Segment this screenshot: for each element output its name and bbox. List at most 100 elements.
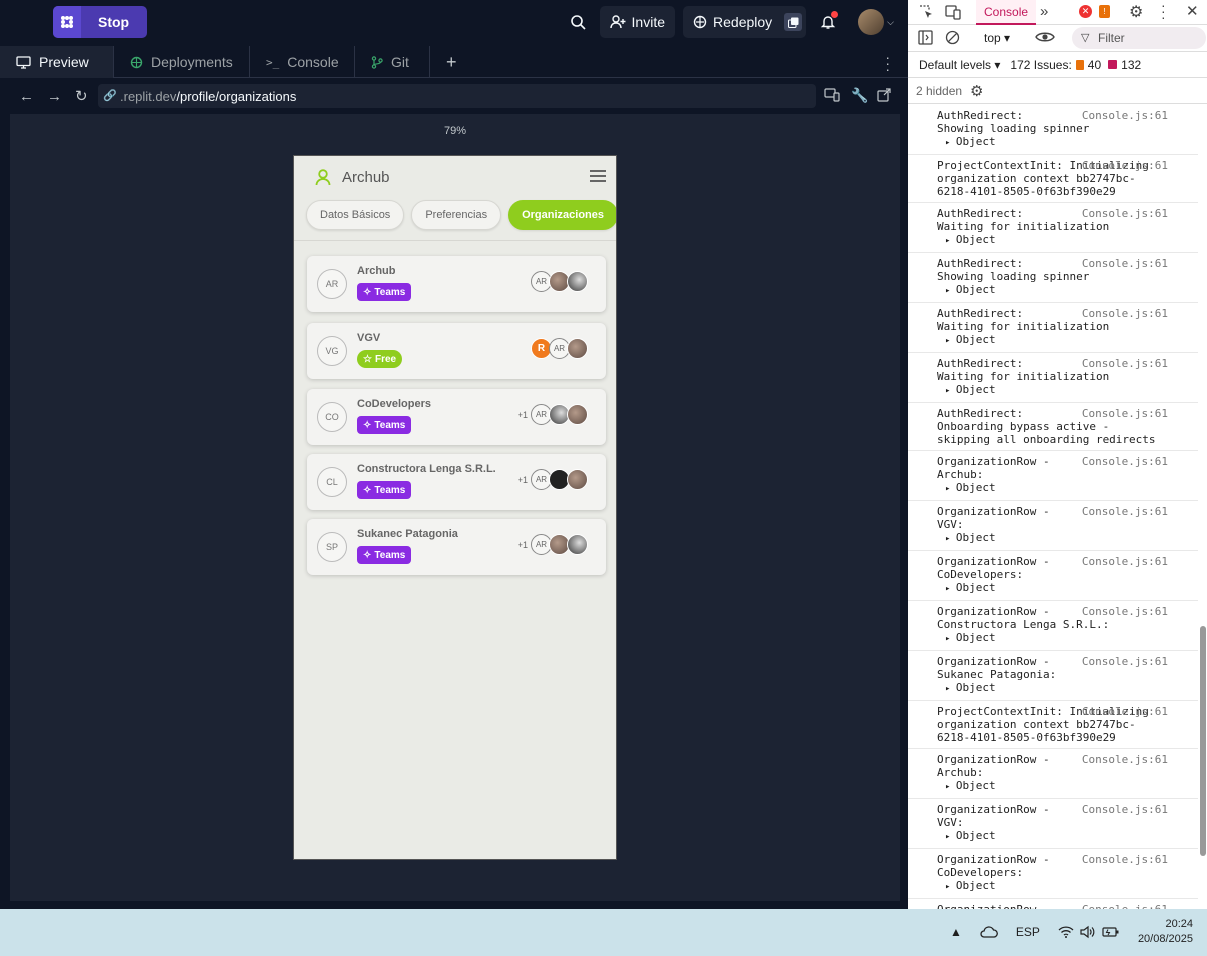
org-name: Constructora Lenga S.R.L.: [357, 463, 496, 475]
tab-console[interactable]: >_ Console: [250, 46, 355, 78]
tab-console[interactable]: Console: [976, 0, 1037, 25]
expandable-object[interactable]: Object: [937, 531, 1168, 546]
wrench-icon[interactable]: 🔧: [851, 87, 868, 104]
tab-datos-basicos[interactable]: Datos Básicos: [306, 200, 405, 230]
expandable-object[interactable]: Object: [937, 581, 1168, 596]
org-card[interactable]: CL Constructora Lenga S.R.L. ✧ Teams +1 A…: [307, 454, 606, 510]
url-input[interactable]: 🔗 .replit.dev/profile/organizations: [98, 84, 816, 108]
issues-button[interactable]: 172 Issues: 40 132: [1010, 58, 1141, 72]
git-icon: [371, 55, 383, 69]
add-tab-button[interactable]: +: [430, 46, 473, 78]
bell-icon[interactable]: [814, 8, 842, 36]
expandable-object[interactable]: Object: [937, 481, 1168, 496]
expandable-object[interactable]: Object: [937, 283, 1168, 298]
org-avatar: SP: [317, 532, 347, 562]
invite-label: Invite: [631, 14, 666, 30]
expandable-object[interactable]: Object: [937, 681, 1168, 696]
copy-icon[interactable]: [784, 13, 803, 31]
member-photo: [567, 404, 588, 425]
expandable-object[interactable]: Object: [937, 233, 1168, 248]
member-photo: [567, 338, 588, 359]
member-avatars: AR: [531, 271, 588, 292]
hidden-count: 2 hidden: [916, 83, 963, 98]
message-source-link[interactable]: Console.js:61: [1082, 555, 1168, 568]
message-source-link[interactable]: Console.js:61: [1082, 705, 1168, 718]
reload-icon[interactable]: ↻: [75, 87, 88, 105]
message-source-link[interactable]: Console.js:61: [1082, 257, 1168, 270]
search-icon[interactable]: [564, 8, 592, 36]
forward-icon[interactable]: →: [47, 88, 62, 105]
eye-icon[interactable]: [1035, 29, 1055, 45]
chevron-up-icon[interactable]: ▲: [950, 925, 962, 939]
expandable-object[interactable]: Object: [937, 879, 1168, 894]
scrollbar[interactable]: [1200, 626, 1206, 856]
menu-icon[interactable]: [590, 170, 606, 182]
expandable-object[interactable]: Object: [937, 333, 1168, 348]
tab-git[interactable]: Git: [355, 46, 430, 78]
member-photo: [567, 534, 588, 555]
wifi-icon[interactable]: [1058, 926, 1074, 938]
open-external-icon[interactable]: [877, 88, 891, 102]
user-menu[interactable]: ⌵: [858, 9, 894, 35]
chevron-down-icon: ⌵: [887, 16, 894, 27]
org-card[interactable]: SP Sukanec Patagonia ✧ Teams +1 AR: [307, 519, 606, 575]
more-tabs-icon[interactable]: »: [1040, 3, 1048, 20]
context-select[interactable]: top ▾: [984, 31, 1010, 45]
kebab-menu-icon[interactable]: · · ·: [1161, 0, 1166, 24]
cloud-icon[interactable]: [980, 926, 998, 938]
org-card[interactable]: VG VGV ☆ Free R AR: [307, 323, 606, 379]
tab-preview[interactable]: Preview: [0, 46, 114, 78]
device-toolbar-icon[interactable]: [945, 4, 961, 20]
console-message: Console.js:61 AuthRedirect: Waiting for i…: [908, 303, 1198, 353]
plan-label: Teams: [374, 286, 406, 298]
inspect-icon[interactable]: [918, 4, 934, 20]
battery-icon[interactable]: [1102, 926, 1120, 938]
expandable-object[interactable]: Object: [937, 383, 1168, 398]
notification-dot: [831, 11, 839, 18]
message-source-link[interactable]: Console.js:61: [1082, 307, 1168, 320]
message-source-link[interactable]: Console.js:61: [1082, 853, 1168, 866]
message-source-link[interactable]: Console.js:61: [1082, 753, 1168, 766]
levels-select[interactable]: Default levels ▾: [919, 58, 1000, 72]
message-source-link[interactable]: Console.js:61: [1082, 803, 1168, 816]
org-card[interactable]: AR Archub ✧ Teams AR: [307, 256, 606, 312]
gear-icon[interactable]: ⚙: [970, 82, 983, 100]
tab-organizaciones[interactable]: Organizaciones: [508, 200, 616, 230]
tab-preferencias[interactable]: Preferencias: [411, 200, 502, 230]
sidebar-toggle-icon[interactable]: [918, 30, 933, 45]
expandable-object[interactable]: Object: [937, 779, 1168, 794]
back-icon[interactable]: ←: [19, 88, 34, 105]
redeploy-button[interactable]: Redeploy: [683, 6, 807, 38]
message-source-link[interactable]: Console.js:61: [1082, 159, 1168, 172]
clock[interactable]: 20:24 20/08/2025: [1138, 917, 1193, 947]
stop-button[interactable]: Stop: [53, 6, 147, 38]
system-tray: ▲ ESP 20:24 20/08/2025: [950, 917, 1193, 947]
message-source-link[interactable]: Console.js:61: [1082, 407, 1168, 420]
error-icon[interactable]: ✕: [1079, 5, 1092, 18]
tab-deployments[interactable]: Deployments: [114, 46, 250, 78]
message-source-link[interactable]: Console.js:61: [1082, 357, 1168, 370]
message-source-link[interactable]: Console.js:61: [1082, 655, 1168, 668]
devices-icon[interactable]: [824, 88, 840, 102]
close-icon[interactable]: ✕: [1186, 2, 1199, 20]
expandable-object[interactable]: Object: [937, 829, 1168, 844]
expandable-object[interactable]: Object: [937, 135, 1168, 150]
expandable-object[interactable]: Object: [937, 631, 1168, 646]
console-message: Console.js:61 AuthRedirect: Waiting for i…: [908, 353, 1198, 403]
more-icon[interactable]: · · ·: [885, 50, 890, 76]
org-card[interactable]: CO CoDevelopers ✧ Teams +1 AR: [307, 389, 606, 445]
message-source-link[interactable]: Console.js:61: [1082, 207, 1168, 220]
language-indicator[interactable]: ESP: [1016, 925, 1040, 939]
message-source-link[interactable]: Console.js:61: [1082, 109, 1168, 122]
gear-icon[interactable]: ⚙: [1129, 2, 1143, 22]
message-source-link[interactable]: Console.js:61: [1082, 455, 1168, 468]
warning-flag-icon[interactable]: !: [1099, 5, 1110, 18]
volume-icon[interactable]: [1080, 925, 1096, 939]
message-source-link[interactable]: Console.js:61: [1082, 505, 1168, 518]
invite-button[interactable]: Invite: [599, 6, 676, 38]
clear-console-icon[interactable]: [945, 30, 960, 45]
message-source-link[interactable]: Console.js:61: [1082, 605, 1168, 618]
filter-input[interactable]: ▽ Filter: [1072, 27, 1206, 49]
app-viewport: Archub Datos Básicos Preferencias Organi…: [293, 155, 617, 860]
link-icon: 🔗: [103, 90, 117, 102]
